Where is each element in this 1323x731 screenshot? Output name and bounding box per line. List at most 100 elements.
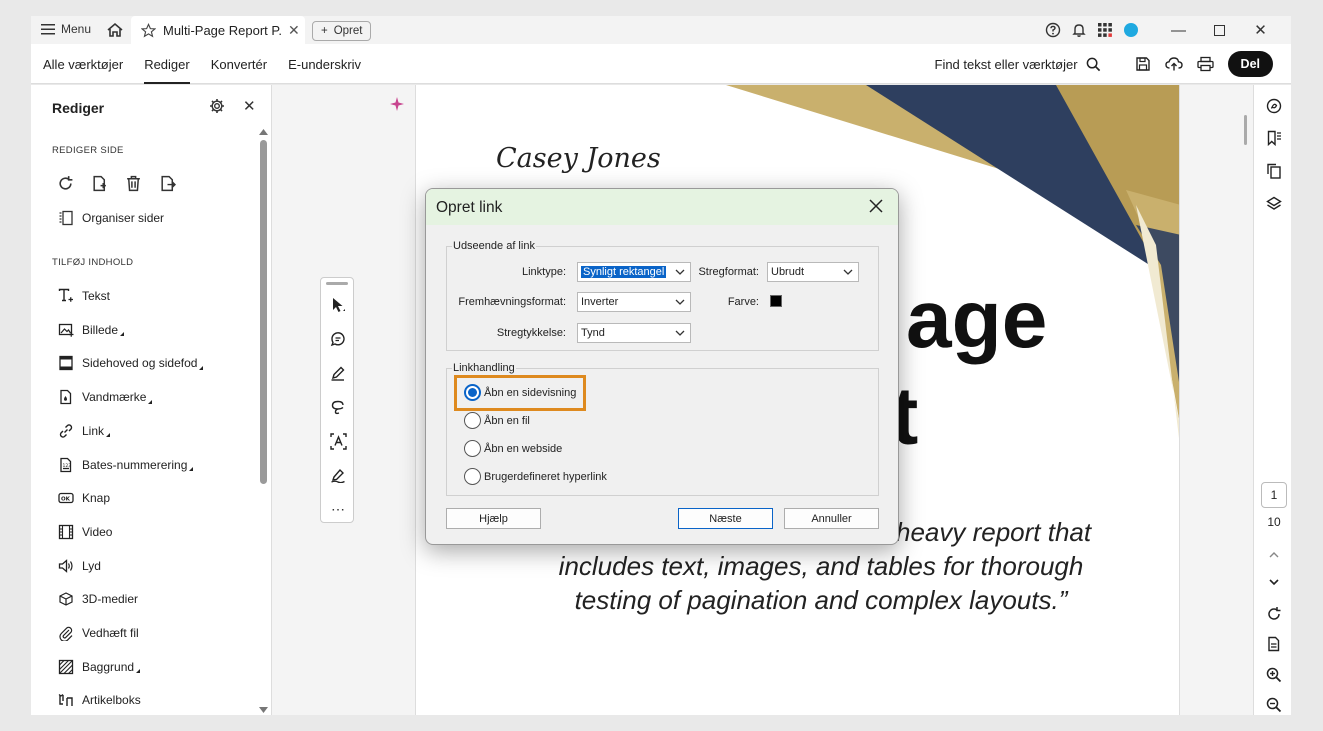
- radio-open-file[interactable]: Åbn en fil: [464, 412, 530, 429]
- thickness-select[interactable]: Tynd: [577, 323, 691, 343]
- maximize-button[interactable]: [1199, 16, 1240, 44]
- new-tab-button[interactable]: + Opret: [312, 21, 372, 41]
- ai-sparkle-button[interactable]: [390, 97, 404, 111]
- search-icon: [1086, 57, 1100, 71]
- star-icon[interactable]: [141, 22, 156, 38]
- zoom-out-button[interactable]: [1263, 694, 1285, 716]
- add-content-label: Knap: [82, 491, 111, 506]
- linestyle-select[interactable]: Ubrudt: [767, 262, 859, 282]
- sign-pen-icon: [331, 468, 345, 483]
- add-content-label: Video: [82, 524, 113, 539]
- comment-tool[interactable]: [326, 327, 350, 351]
- highlight-style-select[interactable]: Inverter: [577, 292, 691, 312]
- minimize-button[interactable]: —: [1158, 16, 1199, 44]
- sign-tool[interactable]: [326, 463, 350, 487]
- tab-esign[interactable]: E-underskriv: [288, 57, 361, 72]
- radio-button[interactable]: [464, 468, 481, 485]
- layers-button[interactable]: [1263, 193, 1285, 215]
- linktype-select[interactable]: Synligt rektangel: [577, 262, 691, 282]
- next-button[interactable]: Næste: [678, 508, 773, 529]
- linktype-label: Linktype:: [521, 266, 566, 278]
- previous-page-button[interactable]: [1263, 543, 1285, 565]
- apps-grid-icon: [1098, 23, 1112, 37]
- drag-handle[interactable]: [326, 282, 348, 285]
- document-scrollbar[interactable]: [1238, 85, 1253, 715]
- add-content-label: Lyd: [82, 558, 101, 573]
- zoom-in-button[interactable]: [1263, 664, 1285, 686]
- sparkle-icon: [390, 97, 404, 111]
- rotate-view-button[interactable]: [1263, 603, 1285, 625]
- radio-open-webpage[interactable]: Åbn en webside: [464, 440, 562, 457]
- document-scrollbar-thumb[interactable]: [1244, 115, 1247, 145]
- extract-page-icon[interactable]: [159, 175, 176, 192]
- text-add-icon: [58, 288, 73, 302]
- more-tools-button[interactable]: ⋯: [326, 497, 350, 521]
- panel-close-icon[interactable]: ✕: [243, 97, 256, 115]
- add-content-item[interactable]: Vandmærke: [58, 389, 153, 405]
- radio-button[interactable]: [464, 384, 481, 401]
- add-content-item[interactable]: Vedhæft fil: [58, 625, 139, 641]
- add-content-item[interactable]: Link: [58, 423, 111, 439]
- upload-cloud-icon[interactable]: [1164, 56, 1183, 72]
- tab-all-tools[interactable]: Alle værktøjer: [43, 57, 123, 72]
- draw-tool[interactable]: [326, 395, 350, 419]
- radio-button[interactable]: [464, 440, 481, 457]
- dialog-close-button[interactable]: [868, 198, 884, 214]
- home-button[interactable]: [106, 21, 124, 39]
- help-button[interactable]: Hjælp: [446, 508, 541, 529]
- select-tool[interactable]: [326, 293, 350, 317]
- radio-custom-hyperlink[interactable]: Brugerdefineret hyperlink: [464, 468, 607, 485]
- chevron-up-icon: [1269, 551, 1279, 557]
- add-content-item[interactable]: Billede: [58, 322, 125, 338]
- action-group-label: Linkhandling: [452, 362, 516, 374]
- page-display-button[interactable]: [1263, 633, 1285, 655]
- add-content-item[interactable]: Baggrund: [58, 659, 141, 675]
- insert-page-icon[interactable]: [91, 175, 108, 192]
- share-button[interactable]: Del: [1227, 51, 1273, 77]
- save-icon[interactable]: [1135, 56, 1151, 72]
- text-select-tool[interactable]: [326, 429, 350, 453]
- add-content-item[interactable]: Lyd: [58, 558, 101, 574]
- help-button[interactable]: [1040, 16, 1066, 44]
- trash-icon[interactable]: [125, 175, 142, 192]
- avatar[interactable]: [1118, 16, 1144, 44]
- radio-button[interactable]: [464, 412, 481, 429]
- add-content-item[interactable]: Video: [58, 524, 112, 540]
- menu-button[interactable]: Menu: [41, 22, 91, 36]
- scroll-up-arrow[interactable]: [259, 129, 268, 135]
- organize-pages-item[interactable]: Organiser sider: [58, 210, 164, 226]
- notifications-button[interactable]: [1066, 16, 1092, 44]
- add-content-item[interactable]: 123 Bates-nummerering: [58, 457, 194, 473]
- print-icon[interactable]: [1196, 56, 1214, 72]
- tab-close-icon[interactable]: ✕: [288, 22, 300, 39]
- tab-convert[interactable]: Konvertér: [211, 57, 267, 72]
- apps-button[interactable]: [1092, 16, 1118, 44]
- current-page-input[interactable]: 1: [1261, 482, 1287, 508]
- submenu-caret-icon: [120, 332, 125, 337]
- color-swatch[interactable]: [770, 295, 782, 307]
- bookmarks-button[interactable]: [1263, 127, 1285, 149]
- page-view-icon: [1268, 636, 1280, 652]
- tab-edit[interactable]: Rediger: [144, 45, 190, 84]
- document-tab[interactable]: Multi-Page Report P... ✕: [131, 16, 305, 44]
- highlight-style-value: Inverter: [581, 296, 619, 308]
- radio-open-page-view[interactable]: Åbn en sidevisning: [464, 384, 576, 401]
- next-page-button[interactable]: [1263, 571, 1285, 593]
- add-content-item[interactable]: 3D-medier: [58, 591, 138, 607]
- rotate-icon[interactable]: [57, 175, 74, 192]
- scroll-down-arrow[interactable]: [259, 707, 268, 713]
- cancel-button[interactable]: Annuller: [784, 508, 879, 529]
- pages-button[interactable]: [1263, 160, 1285, 182]
- panel-settings-button[interactable]: [209, 98, 225, 114]
- add-content-item[interactable]: Artikelboks: [58, 692, 141, 708]
- ai-assistant-button[interactable]: [1263, 95, 1285, 117]
- add-content-item[interactable]: Sidehoved og sidefod: [58, 355, 204, 371]
- find-tools-button[interactable]: Find tekst eller værktøjer: [935, 57, 1101, 72]
- add-content-item[interactable]: Tekst: [58, 288, 110, 304]
- highlight-tool[interactable]: [326, 361, 350, 385]
- button-icon: OK: [58, 493, 74, 504]
- close-window-button[interactable]: ✕: [1240, 16, 1281, 44]
- add-content-item[interactable]: OK Knap: [58, 490, 110, 506]
- appearance-group-label: Udseende af link: [452, 240, 536, 252]
- panel-scrollbar-thumb[interactable]: [260, 140, 267, 484]
